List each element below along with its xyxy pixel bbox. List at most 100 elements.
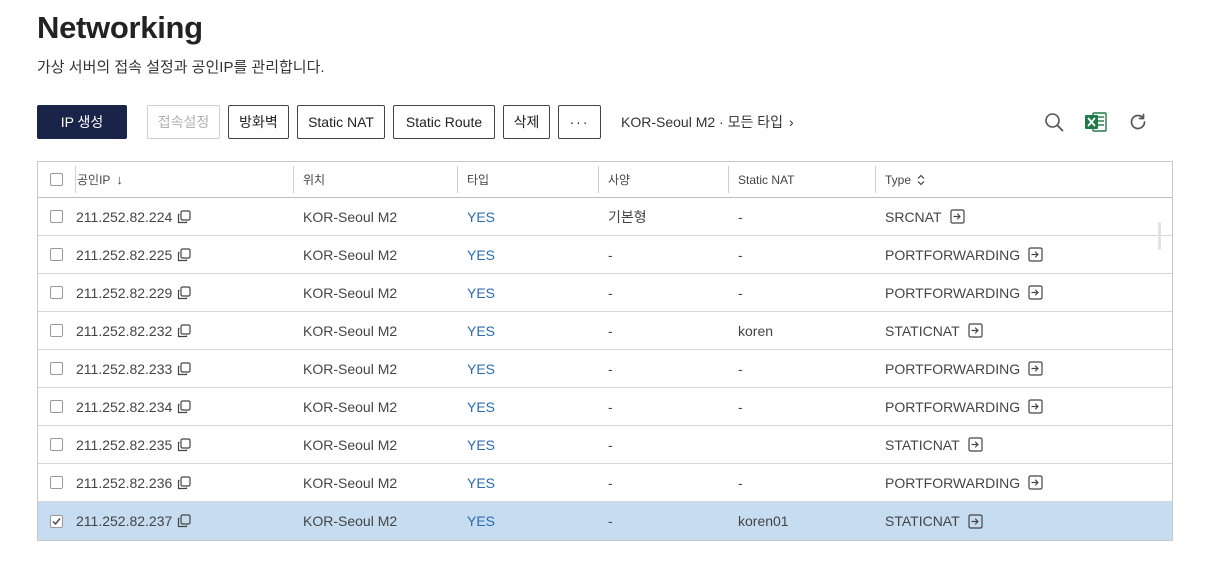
location-cell: KOR-Seoul M2 xyxy=(303,360,398,377)
row-checkbox[interactable] xyxy=(50,362,63,375)
firewall-button[interactable]: 방화벽 xyxy=(228,105,289,139)
table-row[interactable]: 211.252.82.224 KOR-Seoul M2 YES 기본형 - SR… xyxy=(38,198,1172,236)
row-checkbox[interactable] xyxy=(50,248,63,261)
static-nat-cell: - xyxy=(738,208,743,225)
select-all-checkbox[interactable] xyxy=(50,173,63,186)
row-checkbox[interactable] xyxy=(50,514,63,528)
type-cell: YES xyxy=(467,436,496,453)
go-to-icon[interactable] xyxy=(1028,399,1043,414)
row-checkbox[interactable] xyxy=(50,476,63,489)
type-cell: YES xyxy=(467,398,496,415)
type-cell: YES xyxy=(467,208,496,225)
static-nat-cell: - xyxy=(738,246,743,263)
more-button[interactable]: ··· xyxy=(558,105,601,139)
table-row[interactable]: 211.252.82.232 KOR-Seoul M2 YES - koren … xyxy=(38,312,1172,350)
location-cell: KOR-Seoul M2 xyxy=(303,208,398,225)
ip-cell: 211.252.82.233 xyxy=(75,350,293,387)
copy-icon[interactable] xyxy=(177,475,191,490)
go-to-icon[interactable] xyxy=(968,437,983,452)
location-cell: KOR-Seoul M2 xyxy=(303,474,398,491)
go-to-icon[interactable] xyxy=(968,513,983,529)
header-static-nat: Static NAT xyxy=(728,162,875,197)
static-nat-button[interactable]: Static NAT xyxy=(297,105,385,139)
header-type: 타입 xyxy=(457,162,598,197)
location-cell: KOR-Seoul M2 xyxy=(303,284,398,301)
type-cell: YES xyxy=(467,284,496,301)
sort-both-icon xyxy=(916,174,926,186)
table-row[interactable]: 211.252.82.237 KOR-Seoul M2 YES - koren0… xyxy=(38,502,1172,540)
copy-icon[interactable] xyxy=(177,361,191,376)
table-row[interactable]: 211.252.82.225 KOR-Seoul M2 YES - - PORT… xyxy=(38,236,1172,274)
copy-icon[interactable] xyxy=(177,437,191,452)
copy-icon[interactable] xyxy=(177,399,191,414)
copy-icon[interactable] xyxy=(177,209,191,224)
header-kind-label: Type xyxy=(885,172,912,187)
table-header: 공인IP ↓ 위치 타입 사양 Static NAT Type xyxy=(38,162,1172,198)
row-checkbox-cell xyxy=(38,198,75,235)
ip-address: 211.252.82.225 xyxy=(76,246,173,263)
static-nat-cell: - xyxy=(738,398,743,415)
header-checkbox-cell xyxy=(38,162,75,197)
row-checkbox-cell xyxy=(38,388,75,425)
kind-cell: PORTFORWARDING xyxy=(875,236,1172,273)
excel-icon[interactable] xyxy=(1082,110,1110,134)
spec-cell: - xyxy=(608,246,613,263)
refresh-icon[interactable] xyxy=(1124,110,1152,134)
kind-label: STATICNAT xyxy=(885,436,960,453)
spec-cell: - xyxy=(608,513,613,529)
table-row[interactable]: 211.252.82.229 KOR-Seoul M2 YES - - PORT… xyxy=(38,274,1172,312)
search-icon[interactable] xyxy=(1040,110,1068,134)
ip-cell: 211.252.82.232 xyxy=(75,312,293,349)
chevron-right-icon: › xyxy=(789,114,794,130)
spec-cell: - xyxy=(608,284,613,301)
row-checkbox-cell xyxy=(38,502,75,540)
ip-cell: 211.252.82.236 xyxy=(75,464,293,501)
create-ip-button[interactable]: IP 생성 xyxy=(37,105,127,139)
static-nat-cell xyxy=(728,426,875,463)
go-to-icon[interactable] xyxy=(1028,247,1043,262)
go-to-icon[interactable] xyxy=(949,209,965,224)
kind-cell: PORTFORWARDING xyxy=(875,388,1172,425)
go-to-icon[interactable] xyxy=(1028,285,1043,300)
kind-label: STATICNAT xyxy=(885,322,960,339)
kind-label: PORTFORWARDING xyxy=(885,398,1021,415)
row-checkbox[interactable] xyxy=(50,438,63,451)
delete-button[interactable]: 삭제 xyxy=(503,105,550,139)
copy-icon[interactable] xyxy=(177,285,191,300)
spec-cell: - xyxy=(608,398,613,415)
kind-label: PORTFORWARDING xyxy=(885,474,1021,491)
scrollbar-thumb[interactable] xyxy=(1158,222,1161,250)
table-row[interactable]: 211.252.82.235 KOR-Seoul M2 YES - STATIC… xyxy=(38,426,1172,464)
connection-settings-button[interactable]: 접속설정 xyxy=(147,105,220,139)
copy-icon[interactable] xyxy=(177,247,191,262)
spec-cell: - xyxy=(608,436,613,453)
region-type-filter[interactable]: KOR-Seoul M2 · 모든 타입 › xyxy=(621,112,794,132)
ip-cell: 211.252.82.224 xyxy=(75,198,293,235)
go-to-icon[interactable] xyxy=(1028,475,1043,490)
row-checkbox[interactable] xyxy=(50,210,63,223)
header-spec: 사양 xyxy=(598,162,728,197)
static-nat-cell: koren xyxy=(738,322,774,339)
row-checkbox[interactable] xyxy=(50,400,63,413)
toolbar: IP 생성 접속설정 방화벽 Static NAT Static Route 삭… xyxy=(37,105,794,139)
row-checkbox-cell xyxy=(38,312,75,349)
row-checkbox[interactable] xyxy=(50,324,63,337)
spec-cell: - xyxy=(608,360,613,377)
row-checkbox[interactable] xyxy=(50,286,63,299)
kind-label: STATICNAT xyxy=(885,513,960,529)
table-row[interactable]: 211.252.82.236 KOR-Seoul M2 YES - - PORT… xyxy=(38,464,1172,502)
static-route-button[interactable]: Static Route xyxy=(393,105,495,139)
header-ip[interactable]: 공인IP ↓ xyxy=(75,162,293,197)
go-to-icon[interactable] xyxy=(1028,361,1043,376)
copy-icon[interactable] xyxy=(177,514,191,528)
table-row[interactable]: 211.252.82.233 KOR-Seoul M2 YES - - PORT… xyxy=(38,350,1172,388)
kind-cell: STATICNAT xyxy=(875,426,1172,463)
type-cell: YES xyxy=(467,474,496,491)
copy-icon[interactable] xyxy=(177,323,191,338)
table-row[interactable]: 211.252.82.234 KOR-Seoul M2 YES - - PORT… xyxy=(38,388,1172,426)
go-to-icon[interactable] xyxy=(968,323,983,338)
table-body: 211.252.82.224 KOR-Seoul M2 YES 기본형 - SR… xyxy=(38,198,1172,540)
ip-address: 211.252.82.235 xyxy=(76,436,173,453)
header-kind[interactable]: Type xyxy=(875,162,1172,197)
location-cell: KOR-Seoul M2 xyxy=(303,246,398,263)
